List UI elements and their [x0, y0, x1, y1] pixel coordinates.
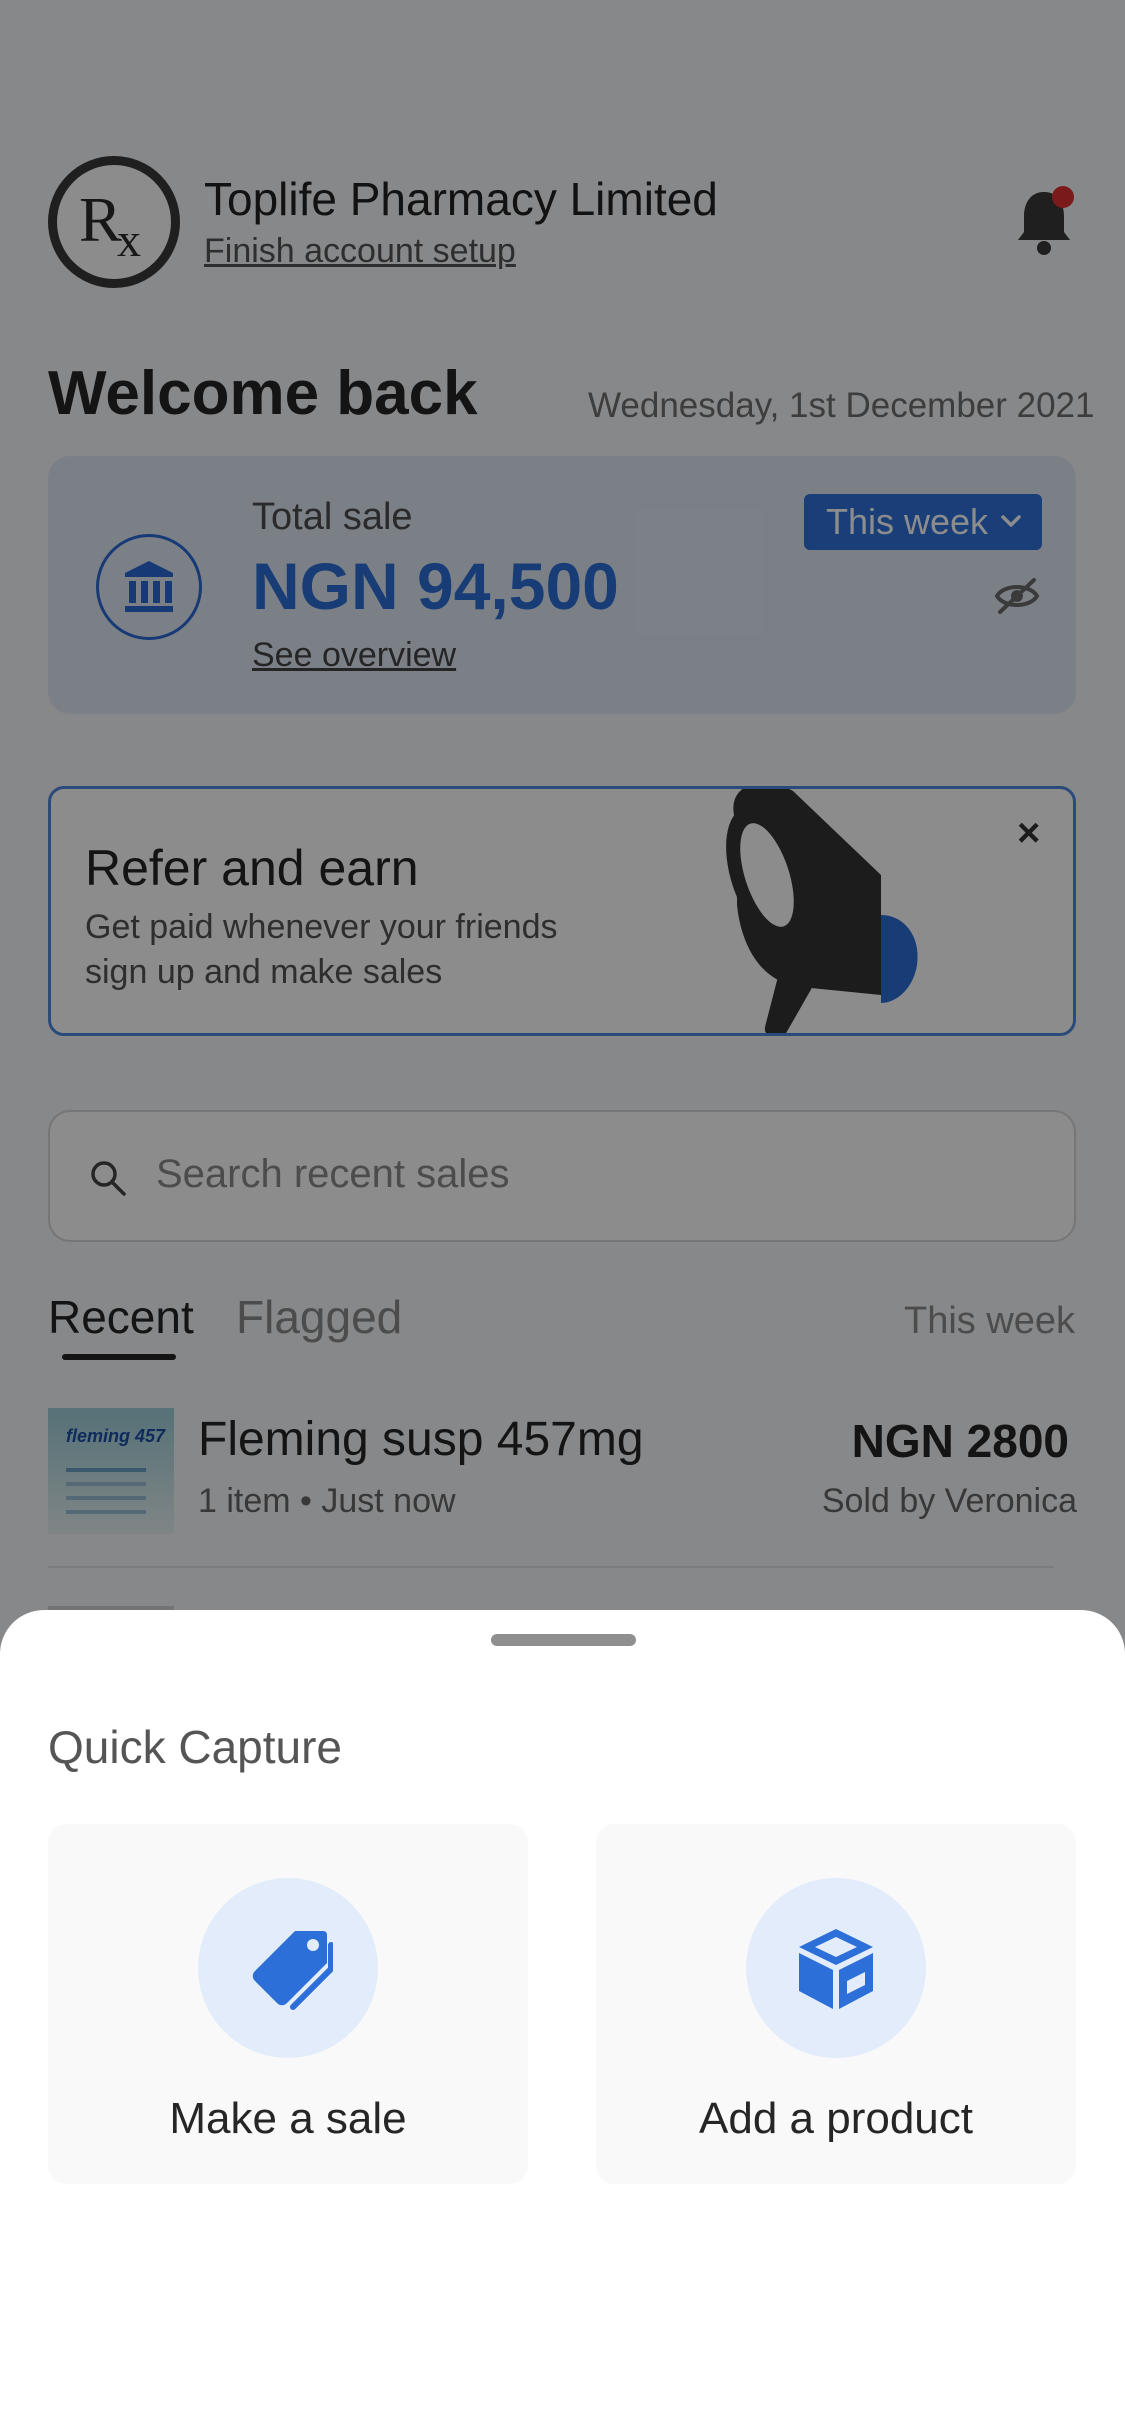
add-product-button[interactable]: Add a product: [596, 1824, 1076, 2184]
box-icon: [799, 1929, 873, 2009]
tag-icon-circle: [198, 1878, 378, 2058]
box-icon-circle: [746, 1878, 926, 2058]
make-sale-button[interactable]: Make a sale: [48, 1824, 528, 2184]
make-sale-label: Make a sale: [169, 2094, 407, 2143]
home-screen: Rx Toplife Pharmacy Limited Finish accou…: [0, 0, 1125, 2436]
sheet-title: Quick Capture: [48, 1721, 343, 1773]
quick-capture-sheet: Quick Capture Make a sale Add a product: [0, 1610, 1125, 2436]
tag-icon: [252, 1931, 333, 2010]
add-product-label: Add a product: [699, 2094, 973, 2143]
sheet-drag-handle[interactable]: [491, 1634, 636, 1646]
